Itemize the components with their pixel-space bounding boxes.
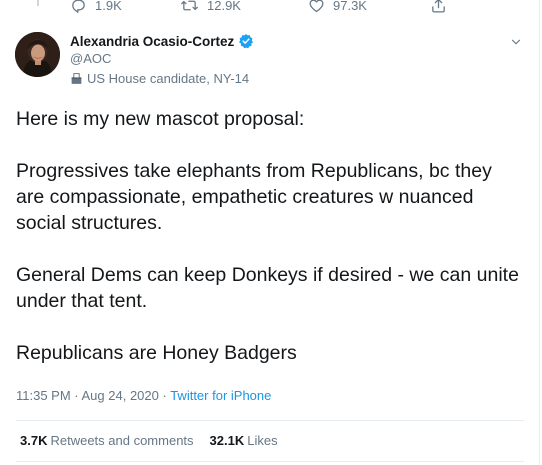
share-button[interactable] bbox=[430, 0, 447, 14]
reply-button[interactable]: 1.9K bbox=[70, 0, 122, 14]
divider bbox=[16, 461, 524, 462]
heart-icon bbox=[308, 0, 325, 14]
likes-count: 32.1K bbox=[209, 433, 245, 448]
tweet-paragraph: General Dems can keep Donkeys if desired… bbox=[16, 264, 519, 312]
retweets-stat[interactable]: 3.7K Retweets and comments bbox=[20, 433, 194, 448]
like-count: 97.3K bbox=[333, 0, 367, 13]
chevron-down-icon bbox=[509, 35, 523, 54]
tweet-paragraph: Progressives take elephants from Republi… bbox=[16, 160, 492, 234]
tweet-paragraph: Here is my new mascot proposal: bbox=[16, 108, 305, 130]
reply-count: 1.9K bbox=[95, 0, 122, 13]
tweet-source-link[interactable]: Twitter for iPhone bbox=[170, 388, 271, 403]
avatar[interactable] bbox=[15, 32, 60, 77]
verified-badge-icon bbox=[238, 33, 254, 49]
retweet-icon bbox=[180, 0, 199, 14]
author-name[interactable]: Alexandria Ocasio-Cortez bbox=[70, 34, 234, 49]
like-button[interactable]: 97.3K bbox=[308, 0, 367, 14]
meta-separator: · bbox=[158, 388, 171, 403]
tweet-timestamp[interactable]: 11:35 PM · Aug 24, 2020 bbox=[16, 388, 159, 403]
tweet-metadata: 11:35 PM · Aug 24, 2020 · Twitter for iP… bbox=[16, 388, 271, 403]
tweet-detail-page: 1.9K 12.9K 97.3K Alexandria Ocasio-Corte… bbox=[0, 0, 540, 465]
reply-icon bbox=[70, 0, 87, 14]
likes-label: Likes bbox=[247, 433, 278, 448]
tweet-stats: 3.7K Retweets and comments 32.1K Likes bbox=[20, 433, 278, 448]
author-handle[interactable]: @AOC bbox=[70, 51, 111, 66]
tweet-menu-button[interactable] bbox=[509, 35, 523, 54]
retweet-count: 12.9K bbox=[207, 0, 241, 13]
retweet-button[interactable]: 12.9K bbox=[180, 0, 241, 14]
share-icon bbox=[430, 0, 447, 14]
tweet-paragraph: Republicans are Honey Badgers bbox=[16, 342, 297, 364]
retweets-count: 3.7K bbox=[20, 433, 48, 448]
candidate-label: US House candidate, NY-14 bbox=[70, 71, 249, 86]
candidate-label-text: US House candidate, NY-14 bbox=[87, 71, 250, 86]
previous-tweet-action-bar: 1.9K 12.9K 97.3K bbox=[60, 0, 460, 17]
tweet-text: Here is my new mascot proposal: Progress… bbox=[16, 106, 521, 366]
retweets-label: Retweets and comments bbox=[50, 433, 194, 448]
author-name-row[interactable]: Alexandria Ocasio-Cortez bbox=[70, 33, 254, 49]
thread-connector-line bbox=[37, 0, 39, 6]
divider bbox=[16, 420, 524, 421]
likes-stat[interactable]: 32.1K Likes bbox=[210, 433, 278, 448]
ballot-box-icon bbox=[70, 72, 83, 85]
